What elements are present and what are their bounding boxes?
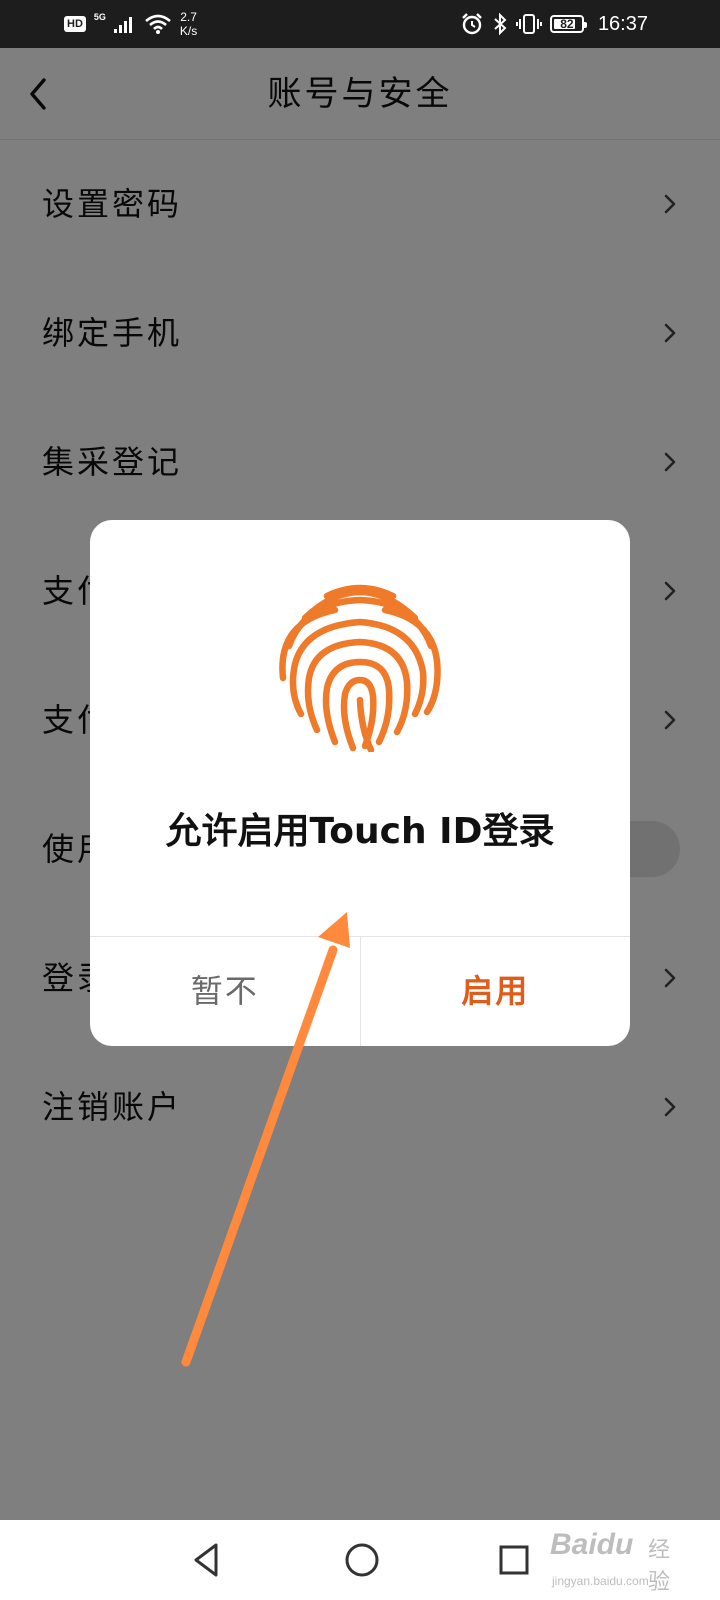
- triangle-back-icon[interactable]: [188, 1540, 224, 1580]
- watermark-logo: Baidu: [550, 1528, 634, 1561]
- status-right: 82 16:37: [460, 0, 648, 48]
- network-speed: 2.7 K/s: [180, 10, 197, 38]
- watermark: Baidu 经验 jingyan.baidu.com: [550, 1516, 690, 1598]
- not-now-button[interactable]: 暂不: [90, 937, 361, 1046]
- status-bar: HD 5G 2.7 K/s 82 16:37: [0, 0, 720, 48]
- watermark-url: jingyan.baidu.com: [552, 1574, 649, 1588]
- watermark-sub: 经验: [648, 1537, 671, 1594]
- fingerprint-icon: [279, 584, 441, 752]
- alarm-icon: [462, 13, 482, 35]
- speed-value: 2.7: [180, 10, 197, 24]
- dialog-title: 允许启用Touch ID登录: [165, 811, 555, 852]
- bluetooth-icon: [494, 12, 507, 36]
- hd-badge: HD: [64, 16, 86, 32]
- clock: 16:37: [597, 12, 648, 35]
- vibrate-icon: [515, 14, 542, 34]
- dialog-actions: 暂不 启用: [90, 936, 630, 1046]
- touch-id-dialog: 允许启用Touch ID登录 暂不 启用: [90, 520, 630, 1046]
- status-left: HD 5G 2.7 K/s: [64, 0, 197, 48]
- square-recent-icon[interactable]: [496, 1542, 532, 1578]
- wifi-icon: [145, 14, 171, 34]
- speed-unit: K/s: [179, 24, 198, 38]
- enable-button[interactable]: 启用: [361, 937, 631, 1046]
- battery-level: 82: [560, 17, 574, 31]
- circle-home-icon[interactable]: [342, 1540, 382, 1580]
- battery-icon: 82: [549, 15, 587, 33]
- network-type: 5G: [93, 12, 106, 22]
- signal-icon: [113, 17, 132, 33]
